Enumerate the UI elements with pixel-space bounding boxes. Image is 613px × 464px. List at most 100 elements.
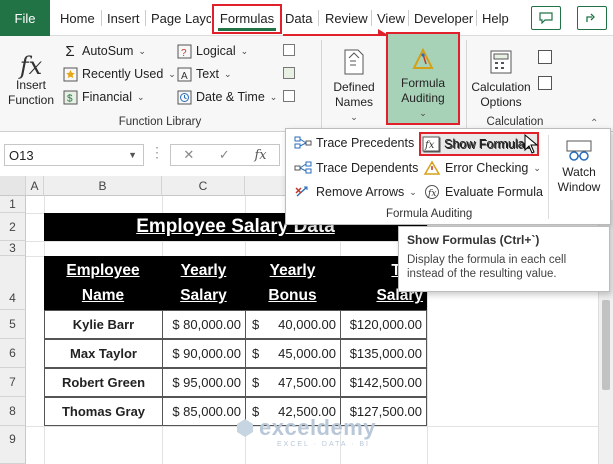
chevron-down-icon: ⌄ bbox=[137, 91, 145, 102]
calculation-options-button[interactable]: Calculation Options bbox=[470, 42, 532, 110]
watermark-name: exceldemy bbox=[259, 415, 377, 440]
row-header[interactable]: 1 bbox=[0, 196, 26, 213]
recently-used-button[interactable]: Recently Used ⌄ bbox=[62, 63, 176, 85]
cell-employee-name[interactable]: Thomas Gray bbox=[44, 397, 163, 426]
financial-button[interactable]: $ Financial ⌄ bbox=[62, 86, 145, 108]
remove-arrows-icon bbox=[294, 183, 312, 201]
calculate-now-icon[interactable] bbox=[538, 50, 552, 64]
math-trig-icon[interactable] bbox=[283, 67, 295, 79]
error-checking-button[interactable]: Error Checking ⌄ bbox=[423, 157, 541, 179]
more-options-icon[interactable]: ⋮ bbox=[150, 144, 164, 161]
date-time-button[interactable]: Date & Time ⌄ bbox=[176, 86, 277, 108]
chevron-down-icon: ⌄ bbox=[409, 186, 417, 197]
header-yearly-salary[interactable]: Yearly Salary bbox=[162, 256, 245, 310]
tab-page-layout[interactable]: Page Layc bbox=[151, 0, 211, 36]
formula-auditing-label: Formula Auditing bbox=[400, 76, 445, 105]
row-header[interactable]: 5 bbox=[0, 310, 26, 339]
remove-arrows-label: Remove Arrows bbox=[316, 185, 405, 199]
column-header[interactable]: B bbox=[44, 176, 162, 196]
cancel-icon[interactable]: ✕ bbox=[183, 147, 194, 163]
chevron-down-icon: ⌄ bbox=[533, 162, 541, 173]
logical-button[interactable]: ? Logical ⌄ bbox=[176, 40, 248, 62]
evaluate-formula-button[interactable]: fx Evaluate Formula bbox=[423, 181, 543, 203]
tab-file[interactable]: File bbox=[0, 0, 50, 36]
name-box[interactable]: O13 ▼ bbox=[4, 144, 144, 166]
cell-employee-name[interactable]: Max Taylor bbox=[44, 339, 163, 368]
autosum-button[interactable]: Σ AutoSum ⌄ bbox=[62, 40, 146, 62]
watch-window-button[interactable]: Watch Window bbox=[552, 137, 606, 195]
comments-icon[interactable] bbox=[531, 6, 561, 30]
calculation-options-label: Calculation Options bbox=[471, 80, 531, 109]
tab-insert[interactable]: Insert bbox=[107, 0, 140, 36]
remove-arrows-button[interactable]: Remove Arrows ⌄ bbox=[294, 181, 417, 203]
row-header[interactable]: 6 bbox=[0, 339, 26, 368]
trace-dependents-button[interactable]: Trace Dependents bbox=[294, 157, 418, 179]
ribbon-tabs: File Home Insert Page Layc Formulas Data… bbox=[0, 0, 613, 36]
dropdown-separator bbox=[548, 135, 549, 219]
financial-icon: $ bbox=[62, 89, 78, 105]
cell-yearly-salary[interactable]: $ 95,000.00 bbox=[162, 368, 246, 397]
column-header[interactable]: C bbox=[162, 176, 245, 196]
insert-function-button[interactable]: fx Insert Function bbox=[6, 40, 56, 108]
lookup-reference-icon[interactable] bbox=[283, 44, 295, 56]
cell-yearly-salary[interactable]: $ 80,000.00 bbox=[162, 310, 246, 339]
share-icon[interactable] bbox=[577, 6, 607, 30]
svg-text:A: A bbox=[181, 71, 188, 82]
formula-auditing-button[interactable]: Formula Auditing ⌄ bbox=[386, 32, 460, 125]
chevron-down-icon: ⌄ bbox=[138, 45, 146, 56]
scrollbar-thumb[interactable] bbox=[602, 300, 610, 390]
tab-developer[interactable]: Developer bbox=[414, 0, 473, 36]
cell-yearly-salary[interactable]: $ 90,000.00 bbox=[162, 339, 246, 368]
svg-text:$: $ bbox=[67, 93, 73, 104]
defined-names-button[interactable]: Defined Names ⌄ bbox=[326, 42, 382, 125]
watermark-subtitle: EXCEL · DATA · BI bbox=[277, 441, 370, 448]
chevron-down-icon: ⌄ bbox=[419, 108, 427, 118]
logical-icon: ? bbox=[176, 43, 192, 59]
cell-yearly-bonus[interactable]: $47,500.00 bbox=[245, 368, 341, 397]
cell-total-salary[interactable]: $135,000.00 bbox=[340, 339, 427, 368]
show-formulas-label: Show Formulas bbox=[444, 137, 531, 151]
more-functions-icon[interactable] bbox=[283, 90, 295, 102]
cell-yearly-bonus[interactable]: $45,000.00 bbox=[245, 339, 341, 368]
header-yearly-bonus[interactable]: Yearly Bonus bbox=[245, 256, 340, 310]
cell-total-salary[interactable]: $120,000.00 bbox=[340, 310, 427, 339]
row-header[interactable]: 7 bbox=[0, 368, 26, 397]
trace-precedents-button[interactable]: Trace Precedents bbox=[294, 132, 414, 154]
enter-icon[interactable]: ✓ bbox=[219, 147, 230, 163]
tab-separator bbox=[101, 10, 102, 26]
tab-data[interactable]: Data bbox=[285, 0, 312, 36]
name-box-value: O13 bbox=[9, 147, 34, 163]
cell-yearly-salary[interactable]: $ 85,000.00 bbox=[162, 397, 246, 426]
row-header[interactable]: 3 bbox=[0, 241, 26, 256]
trace-dependents-icon bbox=[294, 159, 312, 177]
show-formulas-tooltip: Show Formulas (Ctrl+`) Display the formu… bbox=[398, 226, 610, 292]
select-all-corner[interactable] bbox=[0, 176, 26, 196]
show-formulas-highlighted-item[interactable]: fx Show Formulas bbox=[422, 133, 531, 155]
tooltip-title: Show Formulas (Ctrl+`) bbox=[407, 233, 540, 247]
row-header[interactable]: 8 bbox=[0, 397, 26, 426]
header-employee-name[interactable]: Employee Name bbox=[44, 256, 162, 310]
bonus-value: 47,500.00 bbox=[278, 375, 336, 390]
tab-help[interactable]: Help bbox=[482, 0, 509, 36]
column-header[interactable]: A bbox=[26, 176, 44, 196]
function-library-label: Function Library bbox=[118, 116, 202, 128]
cell-total-salary[interactable]: $142,500.00 bbox=[340, 368, 427, 397]
text-button[interactable]: A Text ⌄ bbox=[176, 63, 231, 85]
calculate-sheet-icon[interactable] bbox=[538, 76, 552, 90]
fx-icon[interactable]: fx bbox=[254, 148, 266, 163]
text-icon: A bbox=[176, 66, 192, 82]
chevron-down-icon: ⌄ bbox=[223, 68, 232, 79]
recently-used-label: Recently Used bbox=[82, 67, 164, 81]
formula-bar-buttons: ✕ ✓ fx bbox=[170, 144, 280, 166]
cell-yearly-bonus[interactable]: $40,000.00 bbox=[245, 310, 341, 339]
tab-home[interactable]: Home bbox=[60, 0, 95, 36]
svg-text:?: ? bbox=[181, 48, 187, 59]
error-checking-icon bbox=[423, 159, 441, 177]
row-header[interactable]: 9 bbox=[0, 426, 26, 464]
row-header[interactable]: 4 bbox=[0, 256, 26, 310]
cell-employee-name[interactable]: Kylie Barr bbox=[44, 310, 163, 339]
financial-label: Financial bbox=[82, 90, 133, 104]
row-header[interactable]: 2 bbox=[0, 213, 26, 241]
tab-review[interactable]: Review bbox=[325, 0, 368, 36]
cell-employee-name[interactable]: Robert Green bbox=[44, 368, 163, 397]
